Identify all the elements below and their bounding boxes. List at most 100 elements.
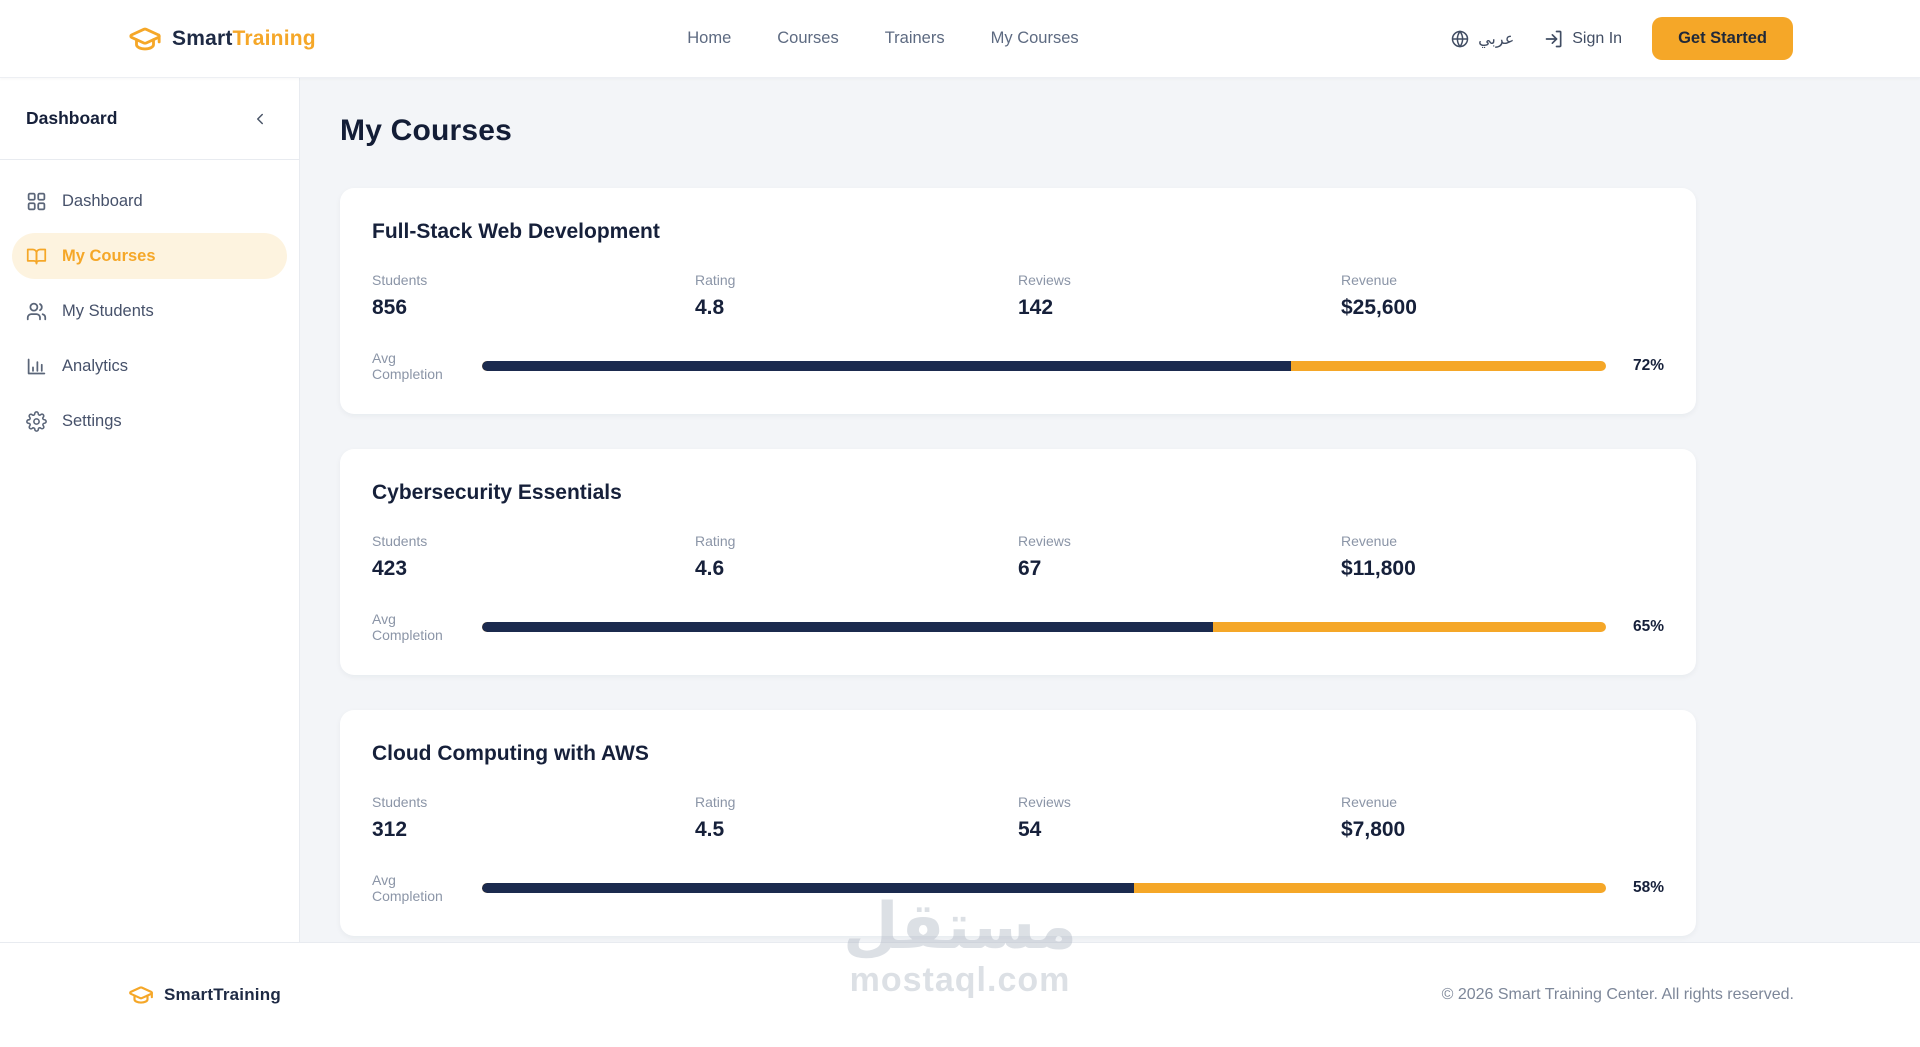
footer-brand-name: SmartTraining bbox=[164, 985, 281, 1004]
completion-percent: 58% bbox=[1632, 879, 1664, 896]
brand-name: SmartTraining bbox=[172, 26, 316, 50]
stat-rating: Rating 4.6 bbox=[695, 533, 1018, 581]
stat-value: 4.5 bbox=[695, 818, 725, 841]
footer-logo[interactable]: SmartTraining bbox=[128, 982, 281, 1008]
completion-label: Avg Completion bbox=[372, 872, 443, 904]
footer: SmartTraining © 2026 Smart Training Cent… bbox=[0, 942, 1920, 1047]
stat-label: Rating bbox=[695, 272, 736, 288]
completion-percent: 65% bbox=[1632, 618, 1664, 635]
stat-reviews: Reviews 54 bbox=[1018, 794, 1341, 842]
completion-progress-bar bbox=[482, 622, 1606, 632]
course-stats: Students 312 Rating 4.5 Reviews 54 Reven… bbox=[372, 794, 1664, 842]
stat-rating: Rating 4.8 bbox=[695, 272, 1018, 320]
stat-value: 4.6 bbox=[695, 557, 725, 580]
stat-students: Students 423 bbox=[372, 533, 695, 581]
stat-label: Revenue bbox=[1341, 272, 1398, 288]
completion-percent: 72% bbox=[1632, 357, 1664, 374]
stat-students: Students 312 bbox=[372, 794, 695, 842]
bar-chart-icon bbox=[27, 358, 46, 374]
get-started-button[interactable]: Get Started bbox=[1652, 17, 1793, 60]
language-switcher[interactable]: عربي bbox=[1450, 29, 1514, 49]
stat-label: Reviews bbox=[1018, 272, 1071, 288]
stat-revenue: Revenue $7,800 bbox=[1341, 794, 1664, 842]
stat-value: 54 bbox=[1018, 818, 1042, 841]
completion-label: Avg Completion bbox=[372, 611, 443, 643]
stat-value: $11,800 bbox=[1341, 557, 1416, 580]
completion-label: Avg Completion bbox=[372, 350, 443, 382]
stat-revenue: Revenue $11,800 bbox=[1341, 533, 1664, 581]
sign-in-label: Sign In bbox=[1572, 29, 1623, 47]
completion-progress-bar bbox=[482, 361, 1606, 371]
stat-value: $25,600 bbox=[1341, 296, 1417, 319]
stat-label: Rating bbox=[695, 794, 736, 810]
sign-in-link[interactable]: Sign In bbox=[1544, 29, 1622, 49]
graduation-cap-icon bbox=[129, 986, 153, 1004]
stat-value: 312 bbox=[372, 818, 408, 841]
log-in-icon bbox=[1545, 30, 1562, 47]
users-icon bbox=[26, 302, 47, 320]
course-card: Full-Stack Web Development Students 856 … bbox=[340, 188, 1696, 414]
sidebar-item-my-students[interactable]: My Students bbox=[12, 288, 287, 334]
sidebar-collapse-button[interactable] bbox=[247, 106, 273, 132]
nav-link-my-courses[interactable]: My Courses bbox=[991, 29, 1079, 48]
sidebar-nav: Dashboard My Courses My Students Analyti… bbox=[0, 160, 299, 462]
language-label: عربي bbox=[1478, 30, 1515, 48]
completion-progress-fill bbox=[482, 361, 1292, 371]
graduation-cap-icon bbox=[129, 27, 161, 50]
sidebar-item-my-courses[interactable]: My Courses bbox=[12, 233, 287, 279]
stat-label: Students bbox=[372, 272, 428, 288]
stat-label: Reviews bbox=[1018, 794, 1071, 810]
course-card: Cloud Computing with AWS Students 312 Ra… bbox=[340, 710, 1696, 936]
completion-row: Avg Completion 58% bbox=[372, 872, 1664, 904]
sidebar-header: Dashboard bbox=[0, 78, 299, 160]
stat-rating: Rating 4.5 bbox=[695, 794, 1018, 842]
page-title: My Courses bbox=[340, 114, 513, 147]
stat-value: 4.8 bbox=[695, 296, 725, 319]
completion-row: Avg Completion 72% bbox=[372, 350, 1664, 382]
nav-link-trainers[interactable]: Trainers bbox=[885, 29, 945, 48]
sidebar: Dashboard Dashboard My Courses My Studen… bbox=[0, 78, 300, 942]
stat-value: 423 bbox=[372, 557, 408, 580]
stat-reviews: Reviews 67 bbox=[1018, 533, 1341, 581]
stat-value: 856 bbox=[372, 296, 408, 319]
sidebar-item-dashboard[interactable]: Dashboard bbox=[12, 178, 287, 224]
stat-value: 142 bbox=[1018, 296, 1054, 319]
sidebar-item-label: Settings bbox=[62, 411, 122, 430]
sidebar-item-analytics[interactable]: Analytics bbox=[12, 343, 287, 389]
stat-label: Rating bbox=[695, 533, 736, 549]
course-card: Cybersecurity Essentials Students 423 Ra… bbox=[340, 449, 1696, 675]
completion-progress-fill bbox=[482, 883, 1134, 893]
nav-link-home[interactable]: Home bbox=[687, 29, 731, 48]
gear-icon bbox=[26, 410, 47, 432]
stat-label: Reviews bbox=[1018, 533, 1071, 549]
grid-icon bbox=[27, 192, 46, 210]
stat-label: Revenue bbox=[1341, 794, 1398, 810]
chevron-left-icon bbox=[257, 113, 263, 124]
main-nav: Home Courses Trainers My Courses bbox=[316, 29, 1450, 48]
top-navbar: SmartTraining Home Courses Trainers My C… bbox=[0, 0, 1920, 78]
navbar-actions: عربي Sign In Get Started bbox=[1450, 17, 1793, 60]
stat-value: 67 bbox=[1018, 557, 1042, 580]
completion-progress-bar bbox=[482, 883, 1606, 893]
nav-link-courses[interactable]: Courses bbox=[777, 29, 838, 48]
completion-row: Avg Completion 65% bbox=[372, 611, 1664, 643]
main-content: My Courses Full-Stack Web Development St… bbox=[300, 78, 1920, 942]
completion-progress-fill bbox=[482, 622, 1213, 632]
sidebar-item-label: My Courses bbox=[62, 246, 156, 265]
stat-value: $7,800 bbox=[1341, 818, 1406, 841]
copyright-text: © 2026 Smart Training Center. All rights… bbox=[1441, 986, 1794, 1003]
sidebar-title: Dashboard bbox=[26, 108, 118, 128]
globe-icon bbox=[1451, 29, 1469, 48]
brand-logo[interactable]: SmartTraining bbox=[128, 22, 316, 56]
sidebar-item-settings[interactable]: Settings bbox=[12, 398, 287, 444]
stat-label: Revenue bbox=[1341, 533, 1398, 549]
course-stats: Students 423 Rating 4.6 Reviews 67 Reven… bbox=[372, 533, 1664, 581]
course-title: Full-Stack Web Development bbox=[372, 220, 660, 243]
sidebar-item-label: Analytics bbox=[62, 356, 129, 375]
course-stats: Students 856 Rating 4.8 Reviews 142 Reve… bbox=[372, 272, 1664, 320]
course-title: Cybersecurity Essentials bbox=[372, 481, 622, 504]
stat-label: Students bbox=[372, 533, 428, 549]
stat-label: Students bbox=[372, 794, 428, 810]
sidebar-item-label: My Students bbox=[62, 301, 154, 320]
stat-students: Students 856 bbox=[372, 272, 695, 320]
